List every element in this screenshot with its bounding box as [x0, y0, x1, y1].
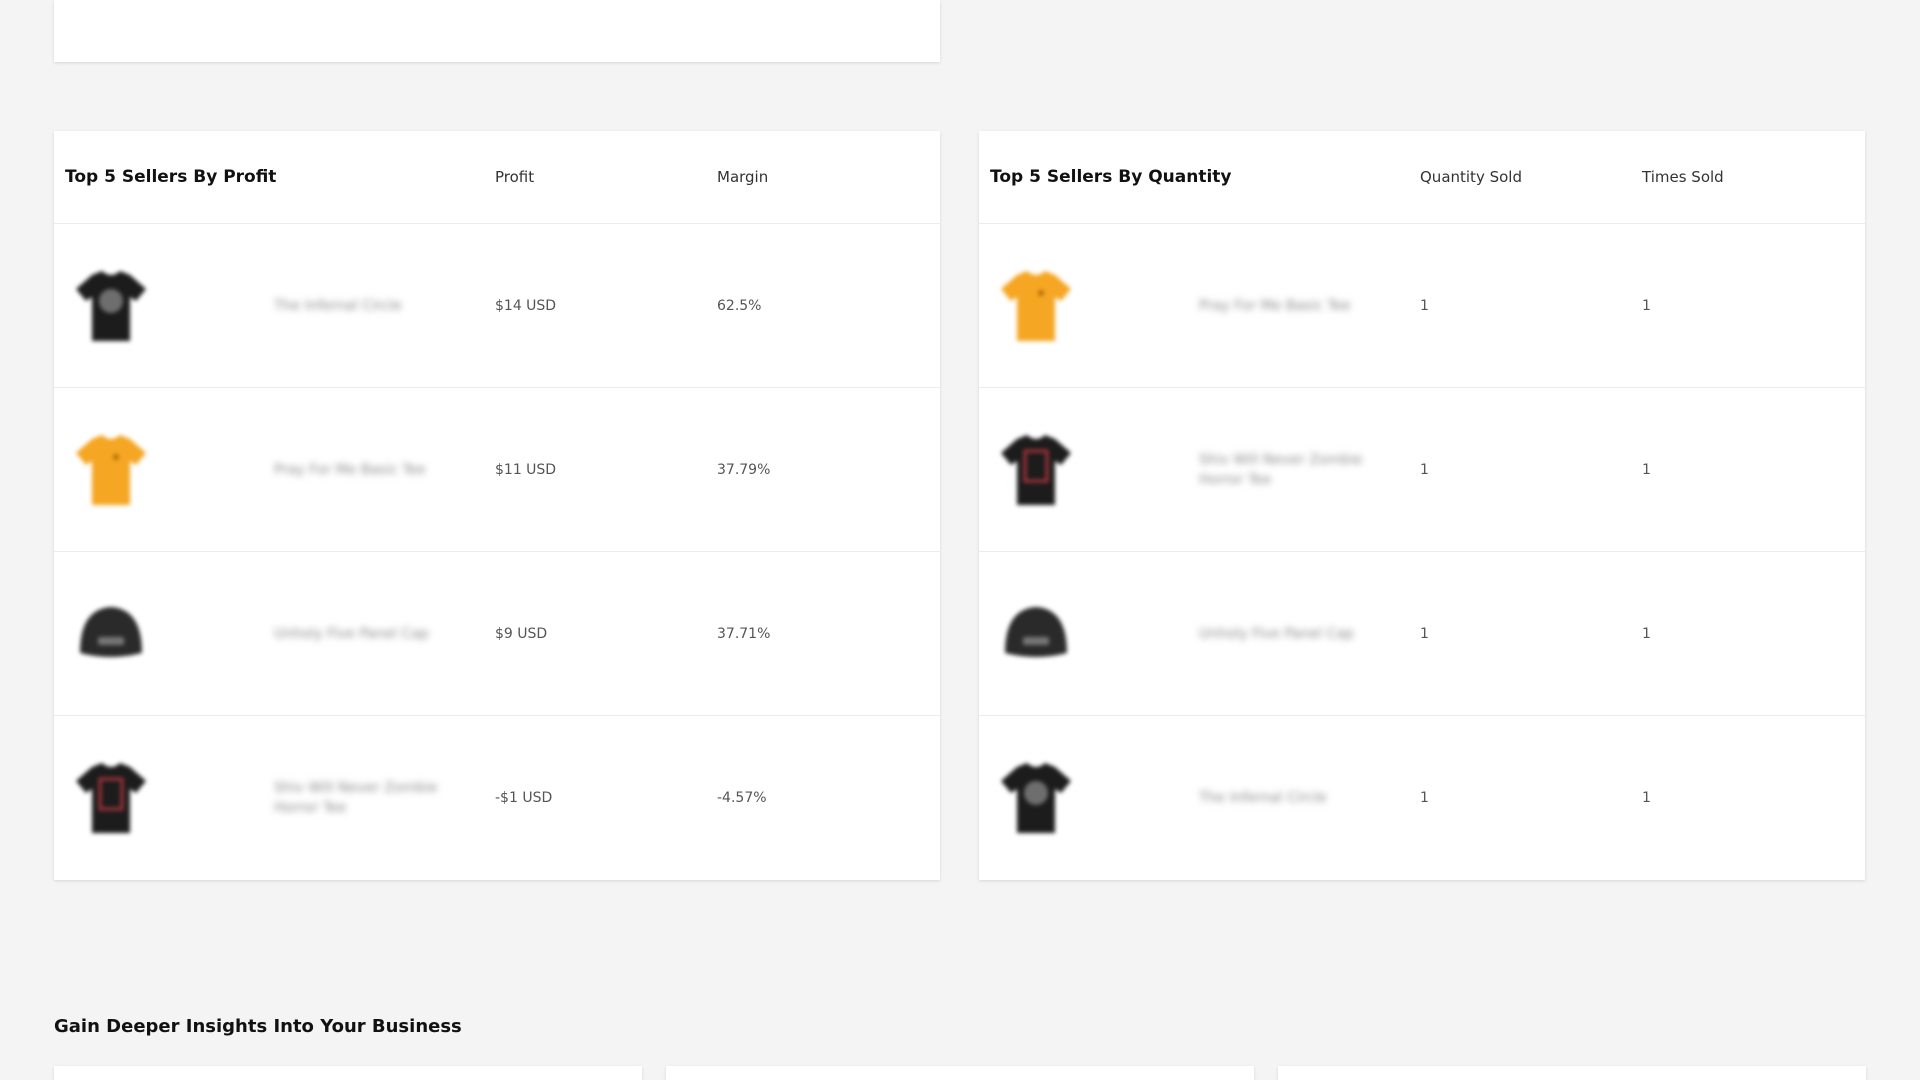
quantity-sold-value: 1 [1420, 461, 1429, 478]
table-row[interactable]: Unholy Five Panel Cap $9 USD 37.71% [54, 552, 940, 716]
quantity-sold-column-header[interactable]: Quantity Sold [1420, 168, 1642, 186]
product-name[interactable]: The Infernal Circle [1109, 788, 1420, 808]
insight-card[interactable] [1278, 1066, 1866, 1080]
times-sold-value: 1 [1642, 461, 1651, 478]
product-name[interactable]: The Infernal Circle [184, 296, 495, 316]
product-name[interactable]: Unholy Five Panel Cap [1109, 624, 1420, 644]
profit-value: -$1 USD [495, 790, 553, 806]
orange-tshirt-icon [76, 434, 146, 505]
margin-value: 37.71% [717, 625, 771, 642]
table-row[interactable]: Pray For Me Basic Tee 1 1 [979, 224, 1865, 388]
table-row[interactable]: Shiv Will Never Zombie Horror Tee -$1 US… [54, 716, 940, 880]
top-sellers-by-quantity-card: Top 5 Sellers By Quantity Quantity Sold … [979, 131, 1865, 880]
product-name[interactable]: Shiv Will Never Zombie Horror Tee [1109, 450, 1420, 490]
profit-table-title: Top 5 Sellers By Profit [65, 167, 277, 187]
table-row[interactable]: The Infernal Circle 1 1 [979, 716, 1865, 880]
black-tshirt-icon [1001, 763, 1071, 833]
margin-value: -4.57% [717, 790, 767, 806]
table-row[interactable]: The Infernal Circle $14 USD 62.5% [54, 224, 940, 388]
product-name[interactable]: Pray For Me Basic Tee [1109, 296, 1420, 316]
margin-column-header[interactable]: Margin [717, 168, 917, 186]
margin-value: 37.79% [717, 461, 771, 478]
insight-card[interactable] [666, 1066, 1254, 1080]
times-sold-value: 1 [1642, 297, 1651, 314]
quantity-sold-value: 1 [1420, 297, 1429, 314]
times-sold-value: 1 [1642, 625, 1651, 642]
previous-panel [54, 0, 940, 62]
product-name[interactable]: Pray For Me Basic Tee [184, 460, 495, 480]
orange-tshirt-icon [1001, 270, 1071, 341]
product-thumbnail[interactable] [54, 265, 184, 347]
product-thumbnail[interactable] [54, 429, 184, 511]
insights-section-title: Gain Deeper Insights Into Your Business [54, 1016, 462, 1037]
profit-table-body: The Infernal Circle $14 USD 62.5% Pray F… [54, 224, 940, 880]
quantity-sold-value: 1 [1420, 790, 1429, 806]
table-row[interactable]: Pray For Me Basic Tee $11 USD 37.79% [54, 388, 940, 552]
black-cap-icon [1005, 606, 1067, 657]
table-row[interactable]: Unholy Five Panel Cap 1 1 [979, 552, 1865, 716]
profit-column-header[interactable]: Profit [495, 168, 717, 186]
table-row[interactable]: Shiv Will Never Zombie Horror Tee 1 1 [979, 388, 1865, 552]
product-thumbnail[interactable] [979, 265, 1109, 347]
black-tshirt-icon [76, 270, 146, 341]
black-tshirt-red-print-icon [76, 763, 146, 833]
profit-table-header: Top 5 Sellers By Profit Profit Margin [54, 131, 940, 224]
product-thumbnail[interactable] [979, 757, 1109, 839]
product-thumbnail[interactable] [979, 429, 1109, 511]
product-thumbnail[interactable] [54, 757, 184, 839]
margin-value: 62.5% [717, 297, 762, 314]
product-name[interactable]: Shiv Will Never Zombie Horror Tee [184, 778, 495, 818]
dashboard-page: Top 5 Sellers By Profit Profit Margin Th… [0, 0, 1920, 1080]
quantity-table-header: Top 5 Sellers By Quantity Quantity Sold … [979, 131, 1865, 224]
product-thumbnail[interactable] [54, 593, 184, 675]
insight-card[interactable] [54, 1066, 642, 1080]
profit-value: $11 USD [495, 461, 557, 478]
times-sold-value: 1 [1642, 790, 1651, 806]
quantity-sold-value: 1 [1420, 625, 1429, 642]
black-cap-icon [80, 606, 142, 657]
product-name[interactable]: Unholy Five Panel Cap [184, 624, 495, 644]
profit-value: $9 USD [495, 625, 548, 642]
times-sold-column-header[interactable]: Times Sold [1642, 168, 1842, 186]
quantity-table-title: Top 5 Sellers By Quantity [990, 167, 1232, 187]
product-thumbnail[interactable] [979, 593, 1109, 675]
top-sellers-by-profit-card: Top 5 Sellers By Profit Profit Margin Th… [54, 131, 940, 880]
profit-value: $14 USD [495, 297, 557, 314]
quantity-table-body: Pray For Me Basic Tee 1 1 Shiv Will Neve… [979, 224, 1865, 880]
black-tshirt-red-print-icon [1001, 434, 1071, 505]
